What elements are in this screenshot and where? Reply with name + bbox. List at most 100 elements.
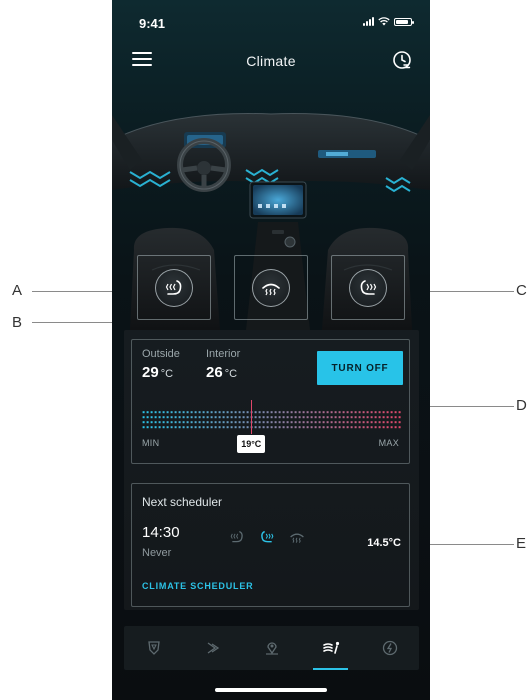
scale-dot <box>246 416 249 419</box>
scale-dot <box>378 426 381 429</box>
scale-dot <box>338 416 341 419</box>
scale-dot <box>314 411 317 414</box>
climate-scheduler-link[interactable]: CLIMATE SCHEDULER <box>142 581 253 591</box>
scale-dot <box>322 426 325 429</box>
scale-dot <box>330 416 333 419</box>
scale-dot <box>354 416 357 419</box>
scale-dot <box>154 416 157 419</box>
bottom-navigation <box>124 626 419 670</box>
clock-schedule-icon[interactable] <box>391 49 413 71</box>
nav-item-climate[interactable] <box>301 626 360 670</box>
scale-dot <box>170 426 173 429</box>
scale-dot <box>286 421 289 424</box>
scale-dot <box>362 421 365 424</box>
wifi-icon <box>378 17 390 26</box>
scale-dot <box>238 421 241 424</box>
scale-dot <box>358 411 361 414</box>
fan-icon <box>207 642 219 654</box>
temperature-slider[interactable] <box>142 410 402 430</box>
scale-dot <box>210 416 213 419</box>
scale-dot <box>242 411 245 414</box>
scale-dot <box>158 421 161 424</box>
scale-dot <box>154 421 157 424</box>
scale-dot <box>326 421 329 424</box>
scale-dot <box>170 411 173 414</box>
scale-dot <box>238 411 241 414</box>
scale-dot <box>258 426 261 429</box>
scale-dot <box>198 411 201 414</box>
scale-dot <box>274 411 277 414</box>
scale-dot <box>154 411 157 414</box>
status-icons <box>363 17 414 26</box>
driver-seat-heating-control[interactable] <box>137 255 211 320</box>
scale-dot <box>186 411 189 414</box>
passenger-seat-heating-button[interactable] <box>349 268 387 307</box>
scale-dot <box>322 421 325 424</box>
callout-e-label: E <box>516 535 527 552</box>
defrost-control[interactable] <box>234 255 308 320</box>
temperature-slider-handle[interactable] <box>251 400 253 434</box>
slider-max-label: MAX <box>378 438 399 448</box>
scheduler-time: 14:30 <box>142 524 180 541</box>
scale-dot <box>254 421 257 424</box>
scale-dot <box>398 426 401 429</box>
scale-dot <box>158 426 161 429</box>
scale-dot <box>358 426 361 429</box>
scale-dot <box>350 421 353 424</box>
passenger-seat-heating-control[interactable] <box>331 255 405 320</box>
scheduler-repeat: Never <box>142 547 172 559</box>
scale-dot <box>346 411 349 414</box>
charging-icon <box>382 640 397 656</box>
scale-dot <box>162 416 165 419</box>
scale-dot <box>326 416 329 419</box>
turn-off-button[interactable]: TURN OFF <box>317 351 403 385</box>
scale-dot <box>190 421 193 424</box>
scale-dot <box>154 426 157 429</box>
scale-dot <box>326 426 329 429</box>
scale-dot <box>206 426 209 429</box>
scale-dot <box>298 411 301 414</box>
scale-dot <box>230 416 233 419</box>
nav-item-location[interactable] <box>242 626 301 670</box>
scale-dot <box>350 416 353 419</box>
scale-dot <box>202 421 205 424</box>
map-pin-icon <box>265 642 278 655</box>
scale-dot <box>166 411 169 414</box>
scale-dot <box>162 411 165 414</box>
scale-dot <box>186 426 189 429</box>
scale-dot <box>342 426 345 429</box>
scale-dot <box>274 416 277 419</box>
nav-item-charging[interactable] <box>360 626 419 670</box>
driver-seat-heating-button[interactable] <box>155 268 193 307</box>
scale-dot <box>286 416 289 419</box>
climate-icon <box>322 641 339 654</box>
scale-dot <box>354 426 357 429</box>
scale-dot <box>382 421 385 424</box>
scale-dot <box>342 416 345 419</box>
scale-dot <box>202 426 205 429</box>
interior-temperature-value: 26 <box>206 364 223 381</box>
scale-dot <box>178 411 181 414</box>
scale-dot <box>386 426 389 429</box>
scale-dot <box>366 411 369 414</box>
scale-dot <box>334 426 337 429</box>
nav-item-security[interactable] <box>124 626 183 670</box>
scale-dot <box>282 421 285 424</box>
defrost-button[interactable] <box>252 268 290 307</box>
defrost-icon <box>262 283 280 295</box>
scale-dot <box>230 411 233 414</box>
scale-dot <box>398 421 401 424</box>
shield-icon <box>147 641 160 655</box>
scale-dot <box>302 426 305 429</box>
slider-min-label: MIN <box>142 438 160 448</box>
scale-dot <box>230 421 233 424</box>
battery-icon <box>394 18 414 26</box>
scale-dot <box>166 426 169 429</box>
scale-dot <box>170 416 173 419</box>
scale-dot <box>146 416 149 419</box>
scale-dot <box>298 421 301 424</box>
nav-item-airflow[interactable] <box>183 626 242 670</box>
scale-dot <box>306 416 309 419</box>
scale-dot <box>374 416 377 419</box>
scale-dot <box>214 416 217 419</box>
